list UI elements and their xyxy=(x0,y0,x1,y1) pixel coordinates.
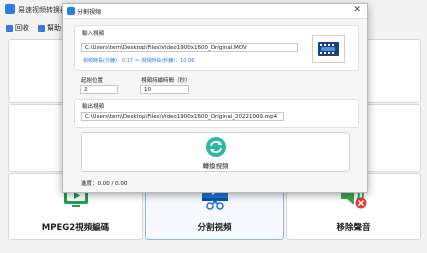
menu-recycle[interactable]: 回收 xyxy=(6,23,29,33)
output-video-path-field[interactable]: C:\Users\tern\Desktop\Files\Video1900x16… xyxy=(81,112,284,121)
duration-label: 視頻持續時間（秒） xyxy=(141,78,191,84)
input-video-label: 輸入視頻 xyxy=(82,31,105,37)
recycle-icon xyxy=(6,24,13,32)
output-video-label: 輸出視頻 xyxy=(82,104,105,110)
help-icon xyxy=(38,24,45,32)
dialog-app-icon xyxy=(67,7,75,15)
menu-help[interactable]: 幫助 xyxy=(38,23,61,33)
progress-text: 進度：0.00 / 0.00 xyxy=(81,181,128,187)
output-video-section: 輸出視頻 C:\Users\tern\Desktop\Files\Video19… xyxy=(74,99,359,128)
start-position-label: 起始位置 xyxy=(81,78,104,84)
mpeg2-label: MPEG2視頻編碼 xyxy=(41,223,110,233)
duration-info-text: 視頻時長(分鐘)：0.17 ＝ 視頻時長(秒鐘)：10.06 xyxy=(83,58,195,64)
input-video-path-field[interactable]: C:\Users\tern\Desktop\Files\Video1900x16… xyxy=(81,43,298,52)
menu-help-label: 幫助 xyxy=(47,24,61,32)
menu-recycle-label: 回收 xyxy=(15,24,29,32)
close-icon[interactable]: ✕ xyxy=(353,5,361,15)
app-icon xyxy=(5,4,15,14)
film-icon xyxy=(318,42,339,56)
split-video-dialog: 分割視頻 ✕ 輸入視頻 C:\Users\tern\Desktop\Files\… xyxy=(62,3,368,193)
duration-input[interactable]: 10 xyxy=(140,85,189,94)
dialog-title: 分割視頻 xyxy=(77,9,102,16)
start-position-input[interactable]: 2 xyxy=(80,85,118,94)
select-video-button[interactable] xyxy=(312,35,345,63)
refresh-icon xyxy=(206,137,226,157)
dialog-titlebar: 分割視頻 ✕ xyxy=(63,4,367,19)
remove-audio-label: 移除聲音 xyxy=(336,223,371,233)
convert-video-label: 轉換視頻 xyxy=(202,162,229,170)
input-video-section: 輸入視頻 C:\Users\tern\Desktop\Files\Video19… xyxy=(74,25,359,71)
split-video-label: 分割視頻 xyxy=(197,223,232,233)
convert-video-button[interactable]: 轉換視頻 xyxy=(81,132,350,172)
